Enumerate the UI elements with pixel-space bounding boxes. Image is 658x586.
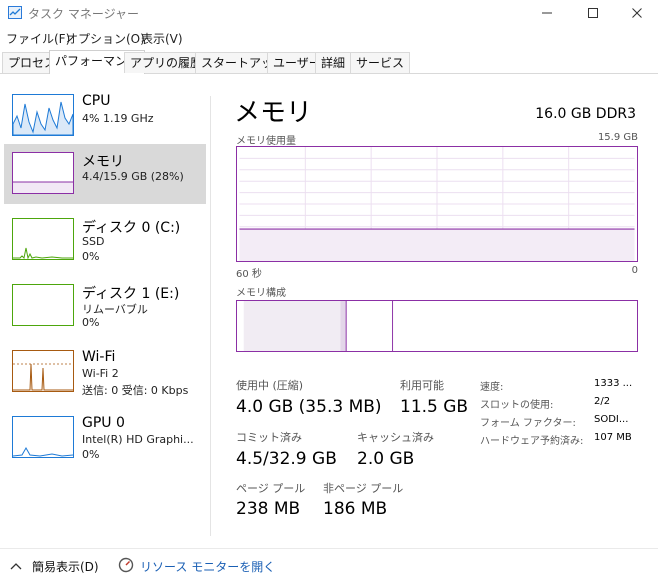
device-list: CPU 4% 1.19 GHz メモリ 4.4/15.9 GB (28%) ディ… [0, 86, 208, 541]
form-factor-value: SODI... [594, 414, 629, 425]
usage-graph-max: 15.9 GB [597, 132, 638, 143]
device-item-wifi[interactable]: Wi-Fi Wi-Fi 2 送信: 0 受信: 0 Kbps [4, 342, 206, 402]
time-axis-right: 0 [631, 265, 638, 276]
speed-value: 1333 ... [594, 378, 633, 389]
in-use-value: 4.0 GB (35.3 MB) [236, 397, 382, 417]
in-use-label: 使用中 (圧縮) [236, 379, 304, 392]
device-name: メモリ [82, 154, 124, 170]
slots-label: スロットの使用: [480, 400, 554, 411]
tab-services[interactable]: サービス [350, 52, 411, 73]
speed-label: 速度: [480, 382, 504, 393]
close-button[interactable] [614, 0, 658, 26]
chevron-up-icon[interactable] [10, 561, 22, 571]
throughput: 送信: 0 受信: 0 Kbps [82, 384, 189, 397]
form-factor-label: フォーム ファクター: [480, 418, 576, 429]
memory-spec: 16.0 GB DDR3 [535, 106, 636, 122]
gpu-thumbnail-graph [12, 416, 74, 458]
tab-details[interactable]: 詳細 [315, 52, 352, 73]
window-title: タスク マネージャー [28, 7, 139, 21]
device-usage: 0% [82, 316, 100, 329]
device-name: Wi-Fi [82, 349, 116, 365]
device-type: リムーバブル [82, 303, 148, 316]
resource-monitor-icon [118, 557, 134, 573]
pane-divider [210, 96, 211, 536]
device-usage: 0% [82, 250, 100, 263]
device-name: ディスク 0 (C:) [82, 220, 181, 236]
gpu-model: Intel(R) HD Graphi... [82, 433, 194, 446]
menu-file[interactable]: ファイル(F) [6, 30, 70, 47]
menu-options[interactable]: オプション(O) [66, 30, 145, 47]
device-item-cpu[interactable]: CPU 4% 1.19 GHz [4, 86, 206, 146]
available-value: 11.5 GB [400, 397, 469, 417]
hardware-reserved-value: 107 MB [594, 432, 632, 443]
composition-modified [340, 301, 347, 351]
footer-bar: 簡易表示(D) リソース モニターを開く [0, 548, 658, 586]
minimize-icon [542, 12, 552, 14]
committed-label: コミット済み [236, 431, 302, 444]
memory-thumbnail-graph [12, 152, 74, 194]
device-item-disk-0[interactable]: ディスク 0 (C:) SSD 0% [4, 210, 206, 270]
cached-label: キャッシュ済み [357, 431, 434, 444]
page-title: メモリ [234, 98, 313, 128]
usage-graph-label: メモリ使用量 [236, 136, 296, 147]
minimize-button[interactable] [524, 0, 570, 26]
time-axis-left: 60 秒 [236, 269, 262, 280]
task-manager-icon [8, 6, 22, 19]
hardware-reserved-label: ハードウェア予約済み: [480, 436, 584, 447]
memory-composition-bar [236, 300, 638, 352]
cpu-thumbnail-graph [12, 94, 74, 136]
available-label: 利用可能 [400, 379, 444, 392]
device-type: SSD [82, 235, 105, 248]
memory-usage-graph [236, 146, 638, 262]
nonpaged-pool-value: 186 MB [323, 499, 388, 519]
open-resource-monitor-link[interactable]: リソース モニターを開く [140, 558, 275, 575]
composition-in-use [243, 301, 341, 351]
device-name: GPU 0 [82, 415, 125, 431]
device-item-gpu[interactable]: GPU 0 Intel(R) HD Graphi... 0% [4, 408, 206, 468]
paged-pool-label: ページ プール [236, 482, 306, 495]
device-detail: 4% 1.19 GHz [82, 112, 154, 125]
menu-bar: ファイル(F) オプション(O) 表示(V) [0, 28, 658, 48]
device-detail: 4.4/15.9 GB (28%) [82, 170, 184, 183]
composition-label: メモリ構成 [236, 288, 286, 299]
device-name: CPU [82, 93, 111, 109]
title-bar: タスク マネージャー [0, 0, 658, 26]
paged-pool-value: 238 MB [236, 499, 301, 519]
memory-usage-fill [239, 229, 635, 261]
committed-value: 4.5/32.9 GB [236, 449, 337, 469]
nonpaged-pool-label: 非ページ プール [323, 482, 404, 495]
disk0-thumbnail-graph [12, 218, 74, 260]
menu-view[interactable]: 表示(V) [141, 30, 183, 47]
device-item-disk-1[interactable]: ディスク 1 (E:) リムーバブル 0% [4, 276, 206, 336]
maximize-button[interactable] [570, 0, 616, 26]
maximize-icon [588, 8, 598, 18]
device-name: ディスク 1 (E:) [82, 286, 180, 302]
wifi-thumbnail-graph [12, 350, 74, 392]
tab-strip: プロセス パフォーマンス アプリの履歴 スタートアップ ユーザー 詳細 サービス [0, 50, 658, 74]
disk1-thumbnail-graph [12, 284, 74, 326]
cached-value: 2.0 GB [357, 449, 415, 469]
close-icon [632, 8, 642, 18]
device-item-memory[interactable]: メモリ 4.4/15.9 GB (28%) [4, 144, 206, 204]
adapter-name: Wi-Fi 2 [82, 367, 119, 380]
slots-value: 2/2 [594, 396, 611, 407]
device-usage: 0% [82, 448, 100, 461]
fewer-details-button[interactable]: 簡易表示(D) [32, 558, 99, 575]
